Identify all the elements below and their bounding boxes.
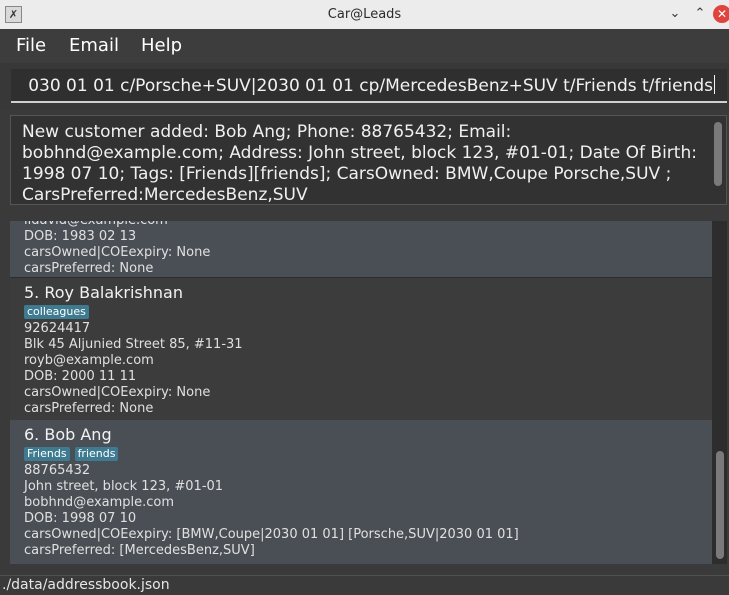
person-dob: DOB: 1998 07 10 [24, 511, 137, 526]
tag-badge: colleagues [24, 305, 89, 319]
status-bar: ./data/addressbook.json [0, 575, 729, 595]
command-input[interactable]: 030 01 01 c/Porsche+SUV|2030 01 01 cp/Me… [11, 69, 727, 103]
person-phone: 88765432 [24, 463, 91, 478]
maximize-icon[interactable]: ⌃ [691, 5, 709, 23]
title-bar: ✗ Car@Leads ⌄ ⌃ ✕ [0, 0, 729, 29]
person-dob: DOB: 1983 02 13 [24, 229, 137, 244]
person-cars-owned: carsOwned|COEexpiry: None [24, 385, 211, 400]
person-address: Blk 45 Aljunied Street 85, #11-31 [24, 337, 243, 352]
menu-email[interactable]: Email [69, 29, 119, 63]
menu-file[interactable]: File [16, 29, 46, 63]
person-list[interactable]: lidavid@example.com DOB: 1983 02 13 cars… [10, 221, 727, 564]
person-dob: DOB: 2000 11 11 [24, 369, 137, 384]
person-card[interactable]: 6. Bob Ang Friends friends 88765432 John … [10, 420, 712, 564]
command-value: 030 01 01 c/Porsche+SUV|2030 01 01 cp/Me… [28, 76, 713, 96]
result-message: New customer added: Bob Ang; Phone: 8876… [22, 122, 697, 205]
menu-help[interactable]: Help [141, 29, 182, 63]
person-card[interactable]: lidavid@example.com DOB: 1983 02 13 cars… [10, 221, 712, 277]
menu-bar: File Email Help [0, 29, 729, 63]
person-address: John street, block 123, #01-01 [24, 479, 224, 494]
person-phone: 92624417 [24, 321, 91, 336]
person-email: lidavid@example.com [24, 221, 712, 229]
close-icon[interactable]: ✕ [713, 5, 729, 23]
person-cars-preferred: carsPreferred: [MercedesBenz,SUV] [24, 543, 255, 558]
tag-badge: friends [74, 447, 119, 461]
person-tags: colleagues [24, 305, 712, 321]
window-title: Car@Leads [327, 7, 402, 22]
person-cars-owned: carsOwned|COEexpiry: [BMW,Coupe|2030 01 … [24, 527, 519, 542]
result-scrollbar[interactable] [714, 122, 722, 186]
person-cars-preferred: carsPreferred: None [24, 401, 154, 416]
person-cars-preferred: carsPreferred: None [24, 261, 154, 276]
tag-badge: Friends [24, 447, 70, 461]
command-input-text: 030 01 01 c/Porsche+SUV|2030 01 01 cp/Me… [28, 75, 715, 96]
person-name: 6. Bob Ang [24, 425, 112, 444]
person-card[interactable]: 5. Roy Balakrishnan colleagues 92624417 … [10, 278, 712, 420]
person-email: royb@example.com [24, 353, 154, 368]
command-box: 030 01 01 c/Porsche+SUV|2030 01 01 cp/Me… [0, 63, 729, 110]
minimize-icon[interactable]: ⌄ [666, 5, 684, 23]
list-scrollbar-track[interactable] [712, 221, 727, 564]
list-scrollbar-thumb[interactable] [716, 451, 724, 559]
result-display[interactable]: New customer added: Bob Ang; Phone: 8876… [10, 115, 727, 205]
storage-path: ./data/addressbook.json [2, 577, 170, 593]
person-name: 5. Roy Balakrishnan [24, 283, 183, 302]
person-cars-owned: carsOwned|COEexpiry: None [24, 245, 211, 260]
person-tags: Friends friends [24, 447, 712, 463]
person-email: bobhnd@example.com [24, 495, 175, 510]
text-caret [714, 75, 715, 94]
